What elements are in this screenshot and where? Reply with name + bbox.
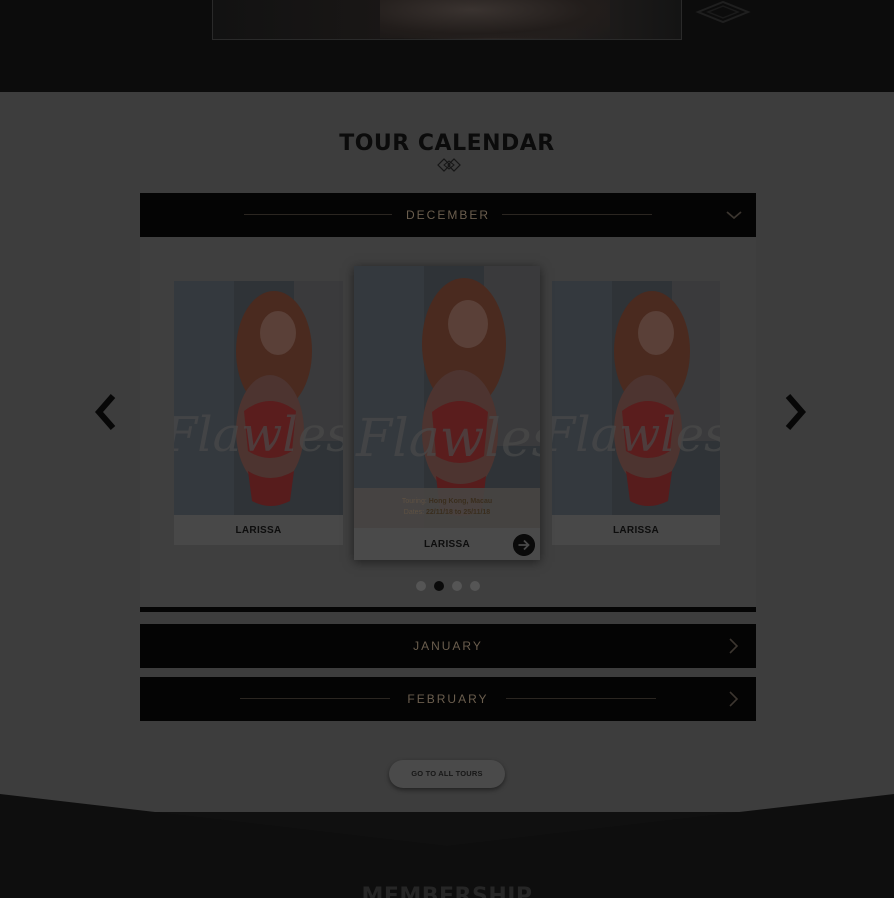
touring-label: Touring: [401,498,427,505]
tour-info: Touring: Hong Kong, Macau Dates: 22/11/1… [354,488,540,528]
hero-logo-icon [695,0,751,24]
divider-line [244,214,392,215]
tour-card-active[interactable]: Flawless Touring: Hong Kong, Macau Dates… [354,266,540,560]
chevron-right-icon[interactable] [782,392,810,432]
pagination-dot[interactable] [452,581,462,591]
pagination-dot-active[interactable] [434,581,444,591]
month-bar-february[interactable]: FEBRUARY [140,677,756,721]
pagination-dot[interactable] [416,581,426,591]
divider-line [506,698,656,699]
divider-line [502,214,652,215]
membership-section-bg [0,794,894,898]
month-bar-january[interactable]: JANUARY [140,624,756,668]
month-label: DECEMBER [405,208,490,222]
dates-value: 22/11/18 to 25/11/18 [425,509,491,516]
model-name: LARISSA [613,525,659,536]
diamond-ornament-icon [437,158,461,172]
arrow-right-circle-icon[interactable] [513,534,535,556]
month-bar-december[interactable]: DECEMBER [140,193,756,237]
watermark-text: Flawless [174,407,343,463]
hero-band [0,0,894,92]
chevron-right-icon[interactable] [724,636,744,656]
model-photo: Flawless [552,281,720,515]
divider-line [240,698,390,699]
section-title: TOUR CALENDAR [339,131,555,156]
month-label: JANUARY [413,639,483,653]
all-tours-button[interactable]: GO TO ALL TOURS [389,760,505,788]
dates-label: Dates: [403,509,425,516]
carousel-pagination [416,581,480,591]
panel-bottom-border [140,607,756,612]
month-label: FEBRUARY [407,692,489,706]
pagination-dot[interactable] [470,581,480,591]
membership-title: MEMBERSHIP [361,884,533,898]
watermark-text: Flawless [552,407,720,463]
model-photo: Flawless [174,281,343,515]
watermark-text: Flawless [355,409,540,469]
hero-image-highlight [380,0,610,38]
chevron-left-icon[interactable] [91,392,119,432]
chevron-down-icon[interactable] [724,205,744,225]
tour-card[interactable]: Flawless LARISSA [552,281,720,545]
chevron-right-icon[interactable] [724,689,744,709]
touring-value: Hong Kong, Macau [428,498,493,505]
model-name: LARISSA [235,525,282,536]
tour-card[interactable]: Flawless LARISSA [174,281,343,545]
